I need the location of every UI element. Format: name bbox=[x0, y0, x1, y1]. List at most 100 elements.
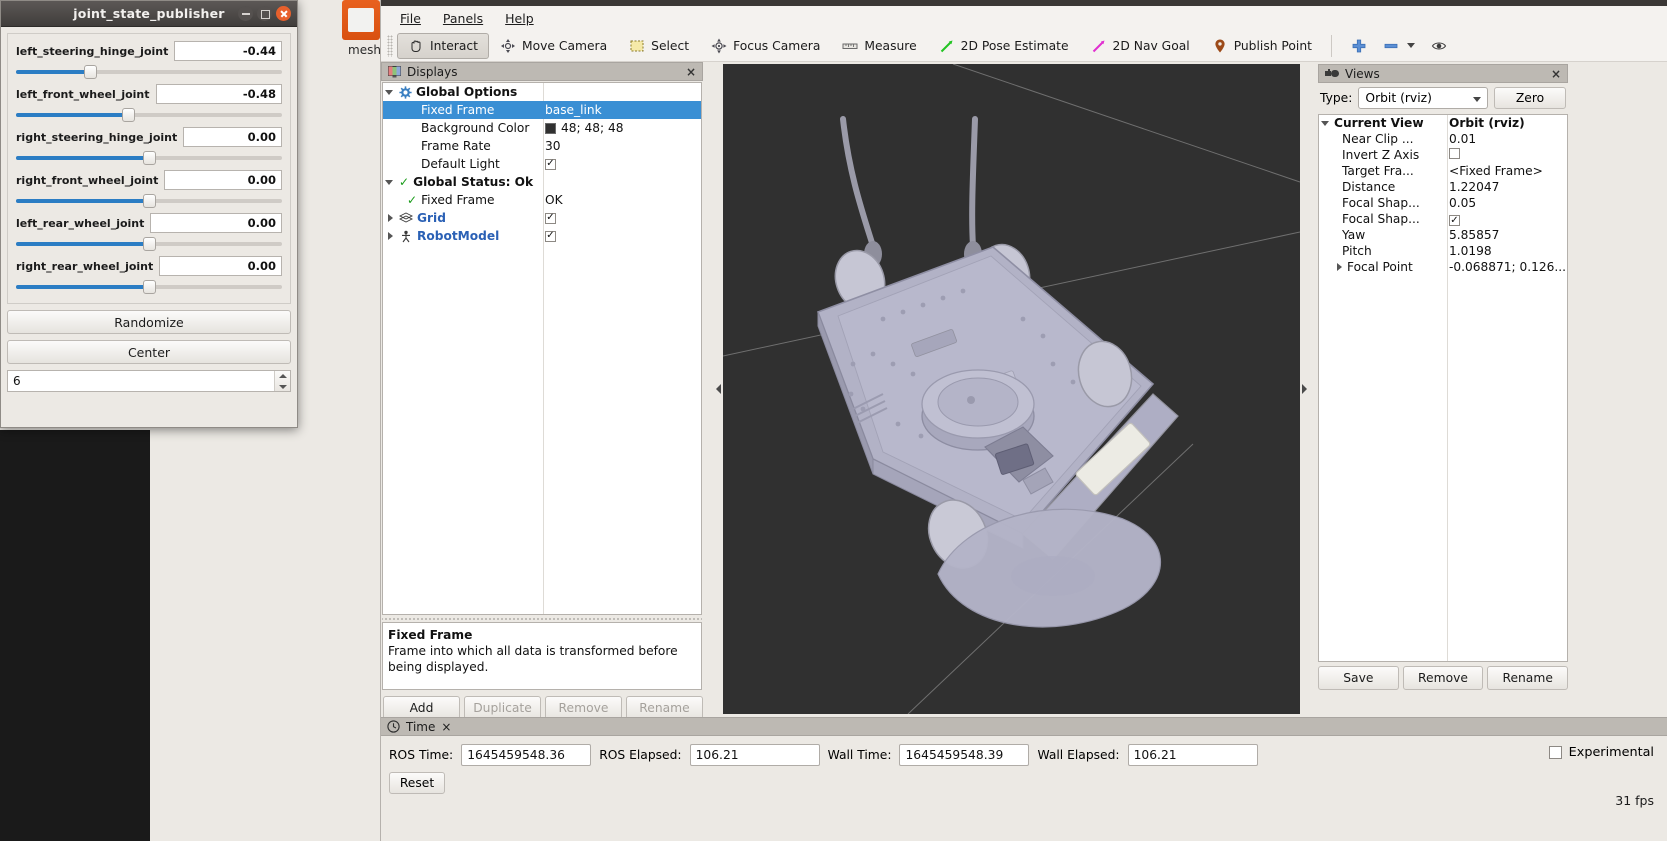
maximize-icon[interactable] bbox=[257, 6, 272, 21]
slider-handle[interactable] bbox=[84, 65, 98, 79]
joint-value-field[interactable]: 0.00 bbox=[164, 170, 282, 190]
reset-button[interactable]: Reset bbox=[389, 772, 445, 794]
joint-value-field[interactable]: 0.00 bbox=[183, 127, 282, 147]
view-type-select[interactable]: Orbit (rviz) bbox=[1358, 87, 1488, 109]
3d-viewport[interactable] bbox=[723, 64, 1300, 714]
ros-elapsed-field[interactable]: 106.21 bbox=[689, 744, 820, 766]
joint-slider[interactable] bbox=[16, 107, 282, 123]
views-value[interactable]: 1.0198 bbox=[1449, 244, 1492, 258]
close-icon[interactable] bbox=[276, 6, 291, 21]
tree-value[interactable]: 48; 48; 48 bbox=[561, 121, 624, 135]
chevron-right-icon[interactable] bbox=[1334, 262, 1344, 272]
tree-row-global-options[interactable]: Global Options bbox=[383, 83, 701, 101]
checkbox-checked-icon[interactable]: ✓ bbox=[545, 230, 556, 242]
checkbox-checked-icon[interactable]: ✓ bbox=[545, 158, 556, 170]
views-row-pitch[interactable]: Pitch 1.0198 bbox=[1319, 243, 1567, 259]
views-collapse-handle[interactable] bbox=[1300, 64, 1308, 714]
views-row-target-frame[interactable]: Target Fra... <Fixed Frame> bbox=[1319, 163, 1567, 179]
views-row-focal-point[interactable]: Focal Point -0.068871; 0.126... bbox=[1319, 259, 1567, 275]
tree-row-grid[interactable]: Grid ✓ bbox=[383, 209, 701, 227]
tool-2d-pose-estimate[interactable]: 2D Pose Estimate bbox=[928, 33, 1080, 59]
wall-elapsed-field[interactable]: 106.21 bbox=[1127, 744, 1258, 766]
joint-slider[interactable] bbox=[16, 279, 282, 295]
tool-2d-nav-goal[interactable]: 2D Nav Goal bbox=[1080, 33, 1201, 59]
tree-row-default-light[interactable]: Default Light ✓ bbox=[383, 155, 701, 173]
joint-count-spinbox[interactable]: 6 bbox=[7, 370, 291, 392]
save-view-button[interactable]: Save bbox=[1318, 666, 1399, 690]
tool-visibility[interactable] bbox=[1420, 33, 1458, 59]
chevron-right-icon[interactable] bbox=[385, 213, 395, 223]
tree-value[interactable]: base_link bbox=[545, 103, 602, 117]
menu-panels[interactable]: Panels bbox=[434, 9, 492, 28]
slider-handle[interactable] bbox=[143, 194, 156, 208]
views-row-focal-shape-size[interactable]: Focal Shap... 0.05 bbox=[1319, 195, 1567, 211]
tree-row-status-fixed-frame[interactable]: ✓ Fixed Frame OK bbox=[383, 191, 701, 209]
views-value[interactable]: -0.068871; 0.126... bbox=[1449, 260, 1566, 274]
menu-help[interactable]: Help bbox=[496, 9, 543, 28]
tree-row-background-color[interactable]: Background Color 48; 48; 48 bbox=[383, 119, 701, 137]
displays-tree[interactable]: Global Options Fixed Frame base_link Bac… bbox=[382, 82, 702, 615]
close-icon[interactable]: × bbox=[441, 720, 451, 734]
views-row-focal-shape-fixed[interactable]: Focal Shap... ✓ bbox=[1319, 211, 1567, 227]
tool-measure[interactable]: Measure bbox=[831, 33, 927, 59]
chevron-right-icon[interactable] bbox=[385, 231, 395, 241]
ros-time-field[interactable]: 1645459548.36 bbox=[461, 744, 592, 766]
tool-interact[interactable]: Interact bbox=[397, 32, 489, 59]
menu-file[interactable]: File bbox=[391, 9, 430, 28]
views-properties-tree[interactable]: Current View Orbit (rviz) Near Clip ... … bbox=[1318, 114, 1568, 662]
views-value[interactable]: 1.22047 bbox=[1449, 180, 1499, 194]
tool-focus-camera[interactable]: Focus Camera bbox=[700, 33, 831, 59]
zero-button[interactable]: Zero bbox=[1494, 87, 1566, 109]
checkbox-unchecked-icon[interactable] bbox=[1548, 746, 1562, 759]
joint-slider[interactable] bbox=[16, 150, 282, 166]
chevron-down-icon[interactable] bbox=[275, 381, 290, 391]
tree-value[interactable]: 30 bbox=[545, 139, 561, 153]
close-icon[interactable]: × bbox=[686, 65, 696, 79]
views-row-invert-z[interactable]: Invert Z Axis bbox=[1319, 147, 1567, 163]
tool-publish-point[interactable]: Publish Point bbox=[1201, 33, 1323, 59]
joint-slider[interactable] bbox=[16, 193, 282, 209]
views-row-yaw[interactable]: Yaw 5.85857 bbox=[1319, 227, 1567, 243]
experimental-toggle[interactable]: Experimental bbox=[1548, 745, 1654, 760]
joint-value-field[interactable]: 0.00 bbox=[150, 213, 282, 233]
joint-slider[interactable] bbox=[16, 64, 282, 80]
wall-time-field[interactable]: 1645459548.39 bbox=[899, 744, 1030, 766]
close-icon[interactable]: × bbox=[1551, 67, 1561, 81]
slider-handle[interactable] bbox=[143, 237, 156, 251]
views-value[interactable]: 5.85857 bbox=[1449, 228, 1499, 242]
joint-value-field[interactable]: -0.48 bbox=[155, 84, 282, 104]
tree-row-robotmodel[interactable]: RobotModel ✓ bbox=[383, 227, 701, 245]
views-row-near-clip[interactable]: Near Clip ... 0.01 bbox=[1319, 131, 1567, 147]
randomize-button[interactable]: Randomize bbox=[7, 310, 291, 334]
tree-row-fixed-frame[interactable]: Fixed Frame base_link bbox=[383, 101, 701, 119]
slider-handle[interactable] bbox=[143, 280, 156, 294]
views-value[interactable]: <Fixed Frame> bbox=[1449, 164, 1543, 178]
spinbox-arrows[interactable] bbox=[274, 371, 290, 391]
checkbox-checked-icon[interactable]: ✓ bbox=[545, 212, 556, 224]
joint-value-field[interactable]: 0.00 bbox=[159, 256, 282, 276]
slider-handle[interactable] bbox=[121, 108, 135, 122]
chevron-down-icon[interactable] bbox=[385, 87, 395, 97]
tree-row-global-status[interactable]: ✓ Global Status: Ok bbox=[383, 173, 701, 191]
center-button[interactable]: Center bbox=[7, 340, 291, 364]
views-value[interactable]: 0.05 bbox=[1449, 196, 1476, 210]
displays-collapse-handle[interactable] bbox=[714, 64, 722, 714]
chevron-down-icon[interactable] bbox=[1321, 118, 1331, 128]
chevron-up-icon[interactable] bbox=[275, 371, 290, 381]
tool-add-tool[interactable] bbox=[1340, 33, 1378, 59]
rename-view-button[interactable]: Rename bbox=[1487, 666, 1569, 690]
views-value[interactable]: 0.01 bbox=[1449, 132, 1476, 146]
tool-move-camera[interactable]: Move Camera bbox=[489, 33, 618, 59]
slider-handle[interactable] bbox=[143, 151, 156, 165]
views-row-current-view[interactable]: Current View Orbit (rviz) bbox=[1319, 115, 1567, 131]
toolbar-grip[interactable] bbox=[387, 34, 393, 57]
tool-select[interactable]: Select bbox=[618, 33, 700, 59]
joint-value-field[interactable]: -0.44 bbox=[174, 41, 282, 61]
tool-remove-tool[interactable] bbox=[1378, 33, 1420, 59]
tree-row-frame-rate[interactable]: Frame Rate 30 bbox=[383, 137, 701, 155]
chevron-down-icon[interactable] bbox=[385, 177, 395, 187]
minimize-icon[interactable] bbox=[238, 6, 253, 21]
views-row-distance[interactable]: Distance 1.22047 bbox=[1319, 179, 1567, 195]
joint-slider[interactable] bbox=[16, 236, 282, 252]
chevron-down-icon[interactable] bbox=[1406, 43, 1415, 48]
